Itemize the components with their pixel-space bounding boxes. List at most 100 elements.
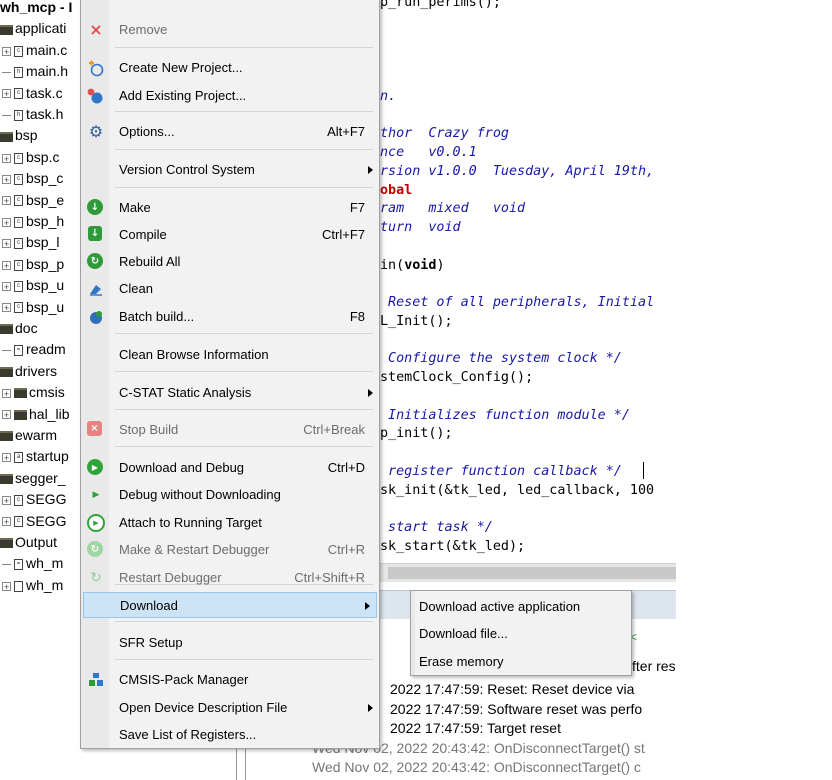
submenu-item-download-file[interactable]: Download file...	[411, 620, 631, 647]
expand-icon[interactable]: +	[2, 46, 11, 56]
tree-file[interactable]: h task.h	[2, 104, 63, 124]
scrollbar-thumb[interactable]	[388, 567, 676, 579]
menu-item-compile[interactable]: ↓ Compile Ctrl+F7	[81, 222, 379, 248]
tree-file[interactable]: + c bsp_l	[2, 232, 59, 252]
tree-file[interactable]: + c bsp_e	[2, 190, 64, 210]
tree-file[interactable]: = wh_m	[2, 553, 63, 573]
menu-item-version-control-system[interactable]: Version Control System	[81, 157, 379, 183]
menu-separator	[115, 333, 373, 334]
folder-icon	[0, 24, 13, 35]
tree-folder[interactable]: doc	[0, 318, 38, 338]
code-token: Initializes function module */	[380, 407, 630, 423]
expand-icon[interactable]: +	[2, 239, 11, 249]
tree-file[interactable]: + c bsp_p	[2, 254, 64, 274]
tree-file[interactable]: = readm	[2, 339, 66, 359]
menu-item-sfr-setup[interactable]: SFR Setup	[81, 630, 379, 656]
clean-icon	[87, 280, 105, 298]
expand-icon[interactable]: +	[2, 581, 11, 591]
menu-item-download-and-debug[interactable]: ▶ Download and Debug Ctrl+D	[81, 455, 379, 481]
menu-item-clean[interactable]: Clean	[81, 276, 379, 302]
tree-item-label: SEGG	[26, 491, 67, 508]
tree-folder[interactable]: applicati	[0, 18, 66, 38]
expand-icon[interactable]: +	[2, 453, 11, 463]
menu-item-download[interactable]: Download	[83, 592, 377, 618]
tree-folder[interactable]: + cmsis	[2, 382, 65, 402]
menu-item-batch-build[interactable]: Batch build... F8	[81, 304, 379, 330]
tree-item-label: bsp	[15, 127, 38, 144]
menu-item-label: Debug without Downloading	[119, 487, 281, 502]
tree-file[interactable]: + c bsp_h	[2, 211, 64, 231]
tree-file[interactable]: + c task.c	[2, 83, 63, 103]
expand-icon[interactable]: +	[2, 410, 11, 420]
tree-item-label: task.h	[26, 106, 64, 122]
menu-item-stop-build[interactable]: × Stop Build Ctrl+Break	[81, 417, 379, 443]
tree-folder[interactable]: segger_	[0, 468, 66, 488]
tree-file[interactable]: h main.h	[2, 61, 68, 81]
code-token: start task */	[380, 520, 493, 535]
expand-icon[interactable]: +	[2, 174, 11, 184]
menu-separator	[115, 371, 373, 372]
folder-icon	[0, 474, 13, 485]
code-line: p_run_perims();	[380, 0, 501, 12]
expand-icon[interactable]: +	[2, 153, 11, 163]
tree-file[interactable]: + c bsp_u	[2, 297, 64, 317]
menu-item-make[interactable]: ↓ Make F7	[81, 195, 379, 221]
menu-item-make-restart-debugger[interactable]: ↻ Make & Restart Debugger Ctrl+R	[81, 537, 379, 563]
tree-file[interactable]: + c SEGG	[2, 489, 66, 509]
code-editor[interactable]: p_run_perims(); n. thor Crazy frog nce v0.0…	[380, 0, 676, 563]
tree-folder[interactable]: bsp	[0, 125, 38, 145]
expand-icon[interactable]: +	[2, 303, 11, 313]
tree-file[interactable]: + c bsp.c	[2, 147, 59, 167]
submenu-item-download-active-application[interactable]: Download active application	[411, 593, 631, 620]
menu-item-save-list-of-registers[interactable]: Save List of Registers...	[81, 722, 379, 748]
expand-icon[interactable]: +	[2, 281, 11, 291]
expand-icon[interactable]: +	[2, 196, 11, 206]
editor-horizontal-scrollbar[interactable]	[380, 563, 676, 582]
menu-item-cmsis-pack-manager[interactable]: CMSIS-Pack Manager	[81, 667, 379, 693]
expand-icon[interactable]: +	[2, 495, 11, 505]
tree-folder[interactable]: ewarm	[0, 425, 57, 445]
menu-item-create-new-project[interactable]: Create New Project...	[81, 55, 379, 81]
menu-item-options[interactable]: ⚙ Options... Alt+F7	[81, 119, 379, 145]
code-line: sk_init(&tk_led, led_callback, 100	[380, 482, 654, 500]
tree-file[interactable]: + c SEGG	[2, 511, 66, 531]
menu-item-debug-without-downloading[interactable]: ▶ Debug without Downloading	[81, 482, 379, 508]
code-token: sk_init(&tk_led, led_callback, 100	[380, 482, 655, 498]
tree-folder[interactable]: + hal_lib	[2, 404, 69, 424]
menu-item-restart-debugger[interactable]: ↻ Restart Debugger Ctrl+Shift+R	[81, 565, 379, 591]
tree-file[interactable]: + a startup	[2, 446, 69, 466]
tree-folder[interactable]: drivers	[0, 361, 57, 381]
submenu-item-erase-memory[interactable]: Erase memory	[411, 648, 631, 675]
expand-icon[interactable]: +	[2, 89, 11, 99]
create-project-icon	[87, 59, 105, 77]
tree-root[interactable]: wh_mcp - I	[0, 0, 72, 17]
gear-icon: ⚙	[88, 122, 104, 141]
tree-item-label: segger_	[15, 469, 66, 486]
menu-item-open-device-description-file[interactable]: Open Device Description File	[81, 695, 379, 721]
expand-icon[interactable]: +	[2, 388, 11, 398]
menu-item-attach-to-running-target[interactable]: ▶ Attach to Running Target	[81, 510, 379, 536]
menu-item-clean-browse-information[interactable]: Clean Browse Information	[81, 342, 379, 368]
menu-item-rebuild-all[interactable]: ↻ Rebuild All	[81, 249, 379, 275]
file-icon: c	[14, 152, 23, 164]
tree-folder[interactable]: Output	[0, 532, 57, 552]
file-icon: c	[14, 280, 23, 292]
tree-file[interactable]: + c bsp_u	[2, 275, 64, 295]
expand-icon[interactable]: +	[2, 517, 11, 527]
code-line: thor Crazy frog	[380, 125, 509, 143]
menu-item-remove[interactable]: × Remove	[81, 17, 379, 43]
add-project-icon	[87, 87, 105, 105]
menu-item-add-existing-project[interactable]: Add Existing Project...	[81, 83, 379, 109]
expand-icon[interactable]: +	[2, 260, 11, 270]
code-line: sk_start(&tk_led);	[380, 538, 525, 556]
tree-file[interactable]: + c bsp_c	[2, 168, 63, 188]
menu-item-c-stat-static-analysis[interactable]: C-STAT Static Analysis	[81, 380, 379, 406]
tree-item-label: drivers	[15, 362, 58, 379]
tree-file[interactable]: + wh_m	[2, 575, 63, 595]
tree-item-label: bsp_c	[26, 170, 64, 187]
tree-file[interactable]: + c main.c	[2, 40, 67, 60]
folder-icon	[14, 388, 27, 399]
code-token: Reset of all peripherals, Initial	[380, 295, 655, 310]
expand-icon[interactable]: +	[2, 217, 11, 227]
menu-item-label: Attach to Running Target	[119, 515, 262, 530]
